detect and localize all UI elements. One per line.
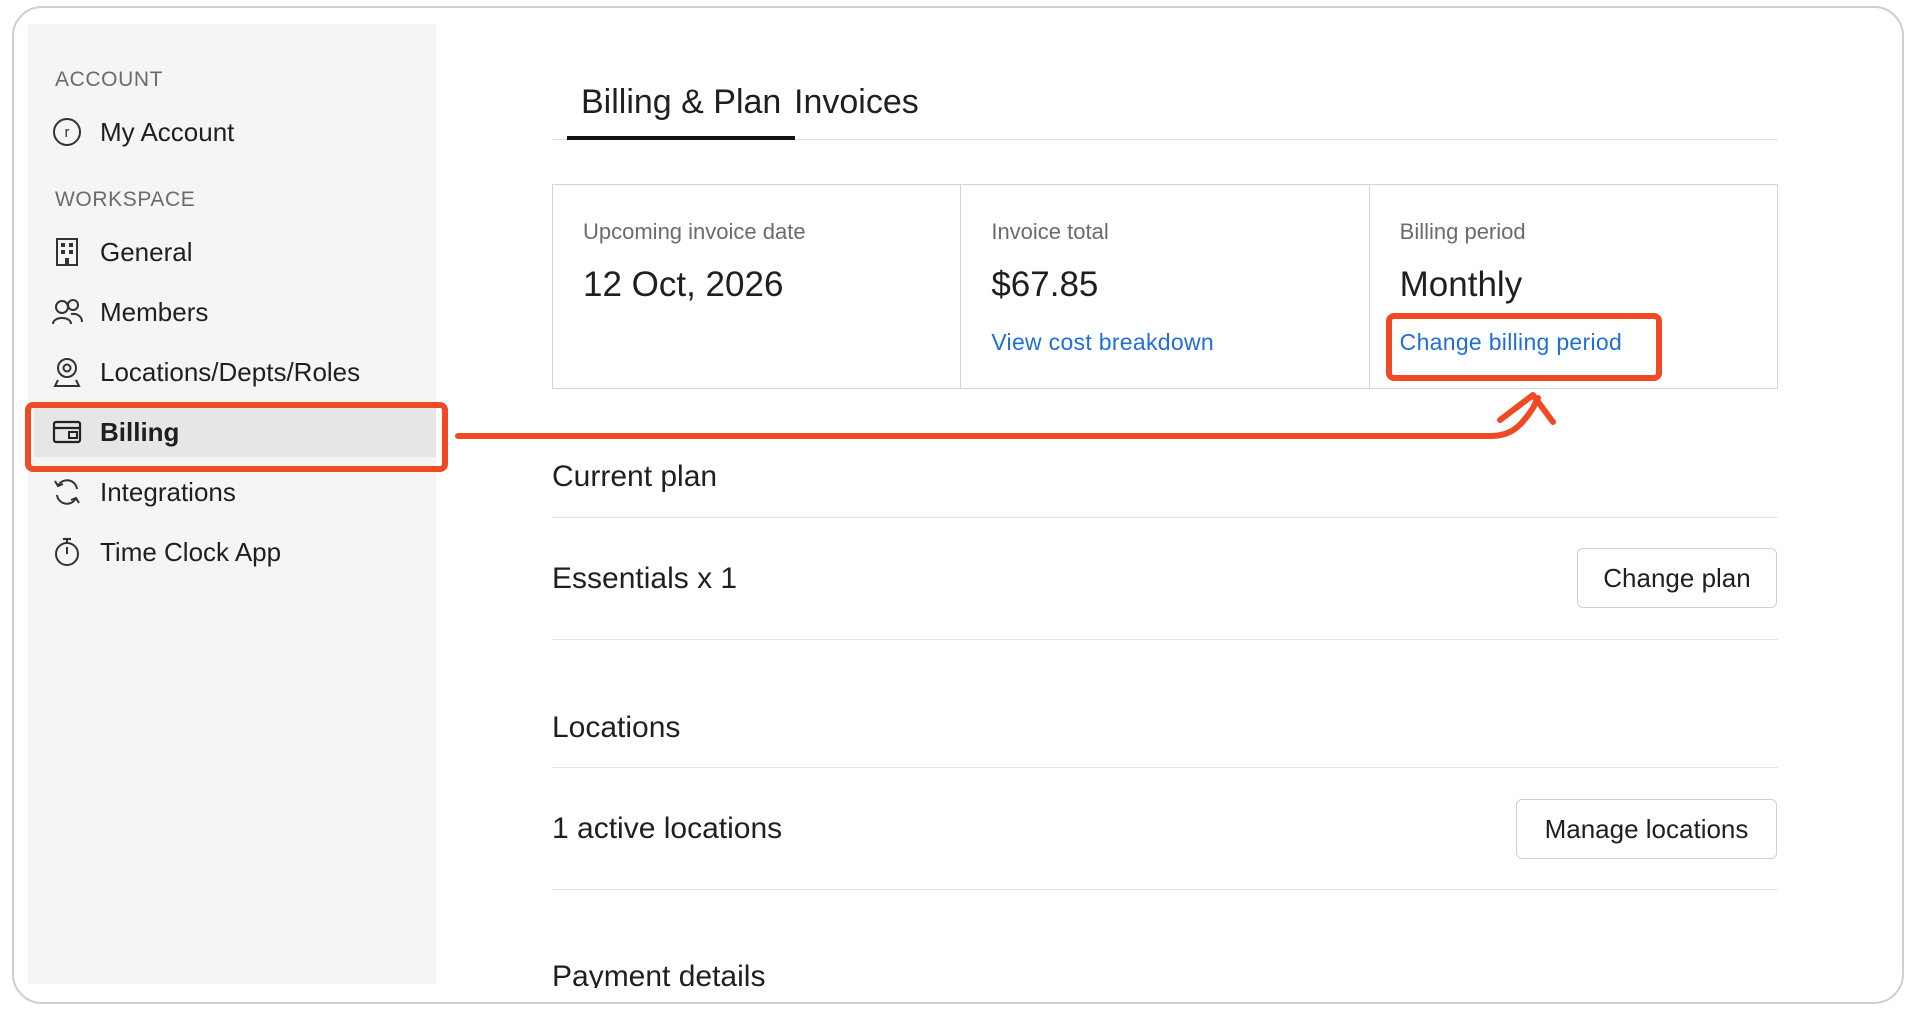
payment-details-title: Payment details [552,960,766,988]
sidebar-item-locations[interactable]: Locations/Depts/Roles [50,347,360,397]
divider [552,767,1778,768]
sidebar-item-label: Members [100,296,209,327]
billing-summary-card: Upcoming invoice date 12 Oct, 2026 Invoi… [552,184,1778,389]
sidebar-item-label: My Account [100,116,235,147]
billing-period-label: Billing period [1399,219,1526,244]
invoice-total-value: $67.85 [991,265,1099,304]
sidebar-item-general[interactable]: General [50,227,193,277]
sidebar-item-billing[interactable]: Billing [34,407,436,457]
account-section-label: ACCOUNT [55,68,164,91]
sync-icon [50,475,84,509]
plan-name: Essentials x 1 [552,562,738,595]
billing-period-cell: Billing period Monthly Change billing pe… [1370,185,1777,388]
sidebar-item-label: Locations/Depts/Roles [100,356,361,387]
divider [552,889,1778,890]
divider [552,639,1778,640]
upcoming-invoice-value: 12 Oct, 2026 [583,265,784,304]
sidebar-item-label: Billing [100,416,180,447]
manage-locations-button[interactable]: Manage locations [1516,799,1777,859]
user-circle-icon: r [50,115,84,149]
location-pin-icon [50,355,84,389]
sidebar-item-label: General [100,236,193,267]
svg-text:r: r [65,124,70,141]
sidebar-item-label: Time Clock App [100,536,282,567]
stopwatch-icon [50,535,84,569]
billing-period-value: Monthly [1399,265,1523,304]
wallet-icon [50,415,84,449]
invoice-total-label: Invoice total [991,219,1109,244]
change-plan-button[interactable]: Change plan [1577,548,1777,608]
view-cost-breakdown-link[interactable]: View cost breakdown [991,329,1214,356]
tab-invoices[interactable]: Invoices [780,78,933,140]
tab-bar: Billing & Plan Invoices [552,78,1778,140]
current-plan-title: Current plan [552,460,718,493]
sidebar-item-integrations[interactable]: Integrations [50,467,236,517]
members-icon [50,295,84,329]
active-locations-text: 1 active locations [552,812,783,845]
sidebar-item-my-account[interactable]: r My Account [50,107,234,157]
divider [552,517,1778,518]
locations-title: Locations [552,711,681,744]
change-billing-period-link[interactable]: Change billing period [1400,329,1622,356]
sidebar-item-time-clock[interactable]: Time Clock App [50,527,281,577]
tab-billing-plan[interactable]: Billing & Plan [567,78,796,140]
invoice-total-cell: Invoice total $67.85 View cost breakdown [961,185,1370,388]
upcoming-invoice-label: Upcoming invoice date [583,219,806,244]
upcoming-invoice-cell: Upcoming invoice date 12 Oct, 2026 [553,185,962,388]
sidebar-item-members[interactable]: Members [50,287,208,337]
building-icon [50,235,84,269]
workspace-section-label: WORKSPACE [55,188,196,211]
sidebar-item-label: Integrations [100,476,236,507]
